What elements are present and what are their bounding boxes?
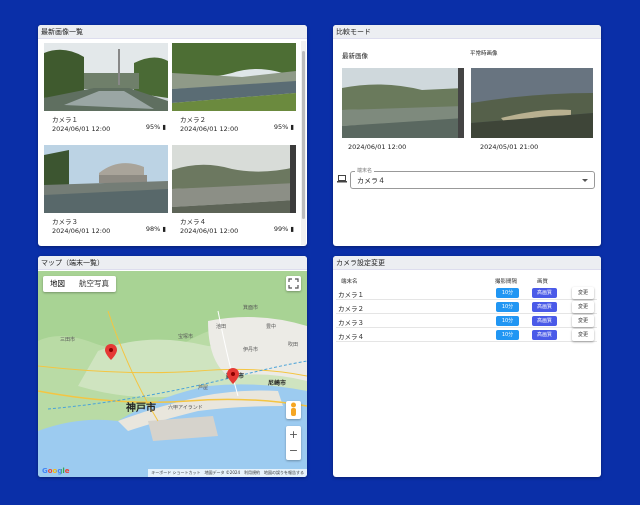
compare-latest-image[interactable] (342, 68, 464, 138)
camera-2-image[interactable] (172, 43, 296, 111)
col-interval: 撮影間隔 (495, 279, 518, 285)
table-row: カメラ３ 10分 高画質 変更 (336, 314, 597, 328)
camera-settings-panel: カメラ設定変更 端末名 撮影間隔 画質 カメラ１ 10分 高画質 変更 カメラ２… (333, 256, 601, 477)
zoom-controls: + − (286, 426, 301, 460)
fullscreen-icon (288, 278, 299, 289)
camera-3-time: 2024/06/01 12:00 (52, 227, 111, 235)
street-view-button[interactable] (286, 401, 301, 419)
map-label-itami: 伊丹市 (243, 347, 259, 353)
latest-scrollbar-thumb[interactable] (302, 51, 305, 219)
zoom-in-icon[interactable]: + (286, 426, 301, 443)
device-select-value: カメラ４ (357, 177, 385, 185)
latest-scrollbar[interactable] (301, 41, 306, 245)
map-label-ikeda: 池田 (216, 324, 227, 330)
map-label-kobe: 神戸市 (126, 403, 156, 414)
camera-1-battery: 95% ▮ (146, 123, 166, 132)
camera-1-time: 2024/06/01 12:00 (52, 125, 111, 133)
device-select[interactable]: カメラ４ (350, 171, 595, 189)
camera-1-battery-value: 95% (145, 123, 161, 131)
change-button[interactable]: 変更 (572, 315, 594, 327)
col-quality: 画質 (537, 279, 549, 285)
camera-4-battery: 99% ▮ (274, 225, 294, 234)
chevron-down-icon[interactable] (582, 179, 588, 182)
camera-2-battery: 95% ▮ (274, 123, 294, 132)
map-canvas[interactable]: 地図 航空写真 箕面市 池田 豊中 吹田 三田市 宝塚市 伊丹市 芦屋 西宮市 … (38, 271, 307, 477)
settings-title: カメラ設定変更 (333, 256, 601, 270)
row-device-name: カメラ１ (338, 291, 364, 299)
pegman-icon (291, 402, 296, 416)
interval-badge: 10分 (496, 316, 519, 326)
google-logo-text: Google (42, 467, 70, 475)
interval-badge: 10分 (496, 302, 519, 312)
latest-images-title: 最新画像一覧 (38, 25, 307, 39)
compare-normal-date: 2024/05/01 21:00 (480, 143, 539, 151)
battery-icon: ▮ (290, 225, 294, 233)
change-button[interactable]: 変更 (572, 287, 594, 299)
zoom-out-icon[interactable]: − (286, 443, 301, 460)
camera-4-image[interactable] (172, 145, 296, 213)
map-panel: マップ（端末一覧） 地図 航空写真 箕面市 池田 豊中 吹田 三田市 宝塚市 伊… (38, 256, 307, 477)
latest-images-panel: 最新画像一覧 カメラ１ 2024/06/01 12:00 95% ▮ カメラ２ … (38, 25, 307, 246)
google-logo: Google (42, 467, 70, 475)
table-row: カメラ４ 10分 高画質 変更 (336, 328, 597, 342)
camera-4-time: 2024/06/01 12:00 (180, 227, 239, 235)
map-label-minoh: 箕面市 (243, 305, 259, 311)
quality-badge: 高画質 (532, 330, 557, 340)
quality-badge: 高画質 (532, 302, 557, 312)
camera-1-name: カメラ１ (52, 116, 78, 124)
battery-icon: ▮ (162, 123, 166, 131)
camera-3-name: カメラ３ (52, 218, 78, 226)
table-row: カメラ２ 10分 高画質 変更 (336, 300, 597, 314)
camera-4-battery-value: 99% (273, 225, 289, 233)
camera-2-time: 2024/06/01 12:00 (180, 125, 239, 133)
tab-satellite[interactable]: 航空写真 (72, 276, 116, 292)
map-footer[interactable]: キーボード ショートカット 地図データ ©2024 利用規約 地図の誤りを報告す… (148, 469, 307, 477)
quality-badge: 高画質 (532, 288, 557, 298)
map-type-tabs: 地図 航空写真 (43, 276, 116, 292)
map-graphic (38, 271, 307, 477)
laptop-icon (337, 175, 347, 183)
compare-normal-image[interactable] (471, 68, 593, 138)
map-label-rokko: 六甲アイランド (168, 405, 203, 411)
fullscreen-button[interactable] (286, 276, 301, 291)
tab-map[interactable]: 地図 (43, 276, 72, 292)
change-button[interactable]: 変更 (572, 301, 594, 313)
map-label-suita: 吹田 (288, 342, 299, 348)
interval-badge: 10分 (496, 330, 519, 340)
map-label-ashiya: 芦屋 (198, 385, 209, 391)
row-device-name: カメラ３ (338, 319, 364, 327)
map-title: マップ（端末一覧） (38, 256, 307, 270)
camera-3-battery: 98% ▮ (146, 225, 166, 234)
camera-4-name: カメラ４ (180, 218, 206, 226)
compare-title: 比較モード (333, 25, 601, 39)
camera-2-battery-value: 95% (273, 123, 289, 131)
change-button[interactable]: 変更 (572, 329, 594, 341)
interval-badge: 10分 (496, 288, 519, 298)
table-row: カメラ１ 10分 高画質 変更 (336, 286, 597, 300)
col-device-name: 端末名 (341, 279, 358, 285)
map-pin-icon[interactable] (105, 344, 117, 360)
map-label-sanda: 三田市 (60, 337, 76, 343)
compare-latest-label: 最新画像 (342, 52, 368, 60)
compare-panel: 比較モード 最新画像 平常時画像 2024/06/01 12:00 2024/0… (333, 25, 601, 246)
camera-3-image[interactable] (44, 145, 168, 213)
compare-normal-label: 平常時画像 (470, 51, 498, 57)
row-device-name: カメラ２ (338, 305, 364, 313)
camera-2-name: カメラ２ (180, 116, 206, 124)
camera-1-image[interactable] (44, 43, 168, 111)
camera-3-battery-value: 98% (145, 225, 161, 233)
quality-badge: 高画質 (532, 316, 557, 326)
compare-latest-date: 2024/06/01 12:00 (348, 143, 407, 151)
map-label-toyonaka: 豊中 (266, 324, 277, 330)
battery-icon: ▮ (290, 123, 294, 131)
map-label-takarazuka: 宝塚市 (178, 334, 194, 340)
row-device-name: カメラ４ (338, 333, 364, 341)
map-label-amagasaki: 尼崎市 (268, 380, 287, 387)
device-select-legend: 端末名 (355, 167, 375, 174)
map-pin-icon[interactable] (227, 368, 239, 384)
battery-icon: ▮ (162, 225, 166, 233)
